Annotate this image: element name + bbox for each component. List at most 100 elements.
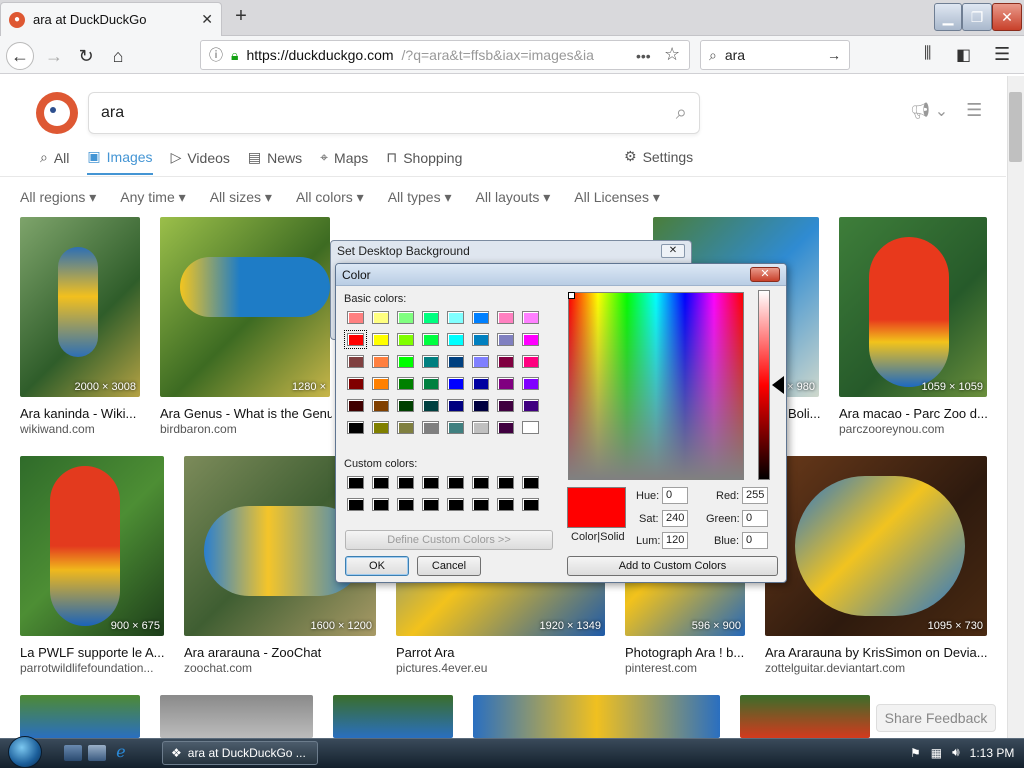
basic-color-swatch[interactable] [522,333,539,346]
basic-color-swatch[interactable] [397,333,414,346]
result-title[interactable]: La PWLF supporte le A... [20,645,164,660]
volume-icon[interactable]: 🔊︎ [952,745,960,760]
filter-time[interactable]: Any time ▾ [120,189,185,206]
result-title[interactable]: Ara kaninda - Wiki... [20,406,140,421]
basic-color-swatch[interactable] [447,421,464,434]
blue-field[interactable]: 0 [742,532,768,549]
custom-color-swatch[interactable] [497,476,514,489]
address-bar[interactable]: ⓘ 🔒︎ https://duckduckgo.com /?q=ara&t=ffs… [200,40,690,70]
info-icon[interactable]: ⓘ [209,45,223,65]
custom-color-swatch[interactable] [472,476,489,489]
custom-color-swatch[interactable] [372,498,389,511]
tab-maps[interactable]: ⌖ Maps [320,148,368,175]
basic-color-swatch[interactable] [472,421,489,434]
sat-field[interactable]: 240 [662,510,688,527]
basic-color-swatch[interactable] [472,333,489,346]
show-desktop-icon[interactable] [64,745,82,761]
basic-color-swatch[interactable] [372,333,389,346]
red-field[interactable]: 255 [742,487,768,504]
taskbar-browser-item[interactable]: ❖ ara at DuckDuckGo ... [162,741,318,765]
cancel-button[interactable]: Cancel [417,556,481,576]
result-source[interactable]: parrotwildlifefoundation... [20,661,164,675]
basic-color-swatch[interactable] [397,311,414,324]
basic-color-swatch[interactable] [447,311,464,324]
image-result[interactable]: 1280 × [160,217,330,397]
result-title[interactable]: Photograph Ara ! b... [625,645,747,660]
basic-color-swatch[interactable] [347,421,364,434]
custom-color-swatch[interactable] [422,476,439,489]
result-source[interactable]: zoochat.com [184,661,376,675]
tab-images[interactable]: ▣ Images [87,148,153,175]
page-scrollbar[interactable] [1007,76,1024,738]
basic-color-swatch[interactable] [397,377,414,390]
filter-layout[interactable]: All layouts ▾ [476,189,551,206]
switch-windows-icon[interactable] [88,745,106,761]
search-bar[interactable]: ⌕ ara → [700,40,850,70]
basic-color-swatch[interactable] [372,377,389,390]
internet-explorer-icon[interactable]: ℯ [112,745,130,761]
basic-color-swatch[interactable] [372,355,389,368]
result-title[interactable]: Ara Genus - What is the Genus [160,406,332,421]
custom-color-swatch[interactable] [522,476,539,489]
maximize-window-button[interactable]: ❐ [962,3,992,31]
close-icon[interactable]: ✕ [661,244,685,258]
security-flag-icon[interactable]: ⚑ [910,746,921,760]
add-to-custom-colors-button[interactable]: Add to Custom Colors [567,556,778,576]
browser-tab[interactable]: ● ara at DuckDuckGo ✕ [0,2,222,36]
basic-color-swatch[interactable] [447,399,464,412]
result-title[interactable]: Ara macao - Parc Zoo d... [839,406,989,421]
home-button[interactable]: ⌂ [104,42,132,70]
hue-field[interactable]: 0 [662,487,688,504]
basic-color-swatch[interactable] [447,377,464,390]
basic-color-swatch[interactable] [372,399,389,412]
result-source[interactable]: pictures.4ever.eu [396,661,605,675]
tab-news[interactable]: ▤ News [248,148,302,175]
basic-color-swatch[interactable] [372,311,389,324]
basic-color-swatch[interactable] [347,355,364,368]
result-title[interactable]: Ara ararauna - ZooChat [184,645,376,660]
basic-color-swatch[interactable] [522,421,539,434]
basic-color-swatch[interactable] [522,399,539,412]
basic-color-swatch[interactable] [397,421,414,434]
tab-shopping[interactable]: ⊓ Shopping [386,148,462,175]
basic-color-swatch[interactable] [522,311,539,324]
result-source[interactable]: pinterest.com [625,661,747,675]
custom-color-swatch[interactable] [347,476,364,489]
start-button[interactable] [8,736,42,768]
result-source[interactable]: parczooreynou.com [839,422,989,436]
luminance-arrow-icon[interactable] [772,376,784,394]
basic-color-swatch[interactable] [472,311,489,324]
basic-color-swatch[interactable] [422,311,439,324]
basic-color-swatch[interactable] [522,355,539,368]
basic-color-swatch[interactable] [497,333,514,346]
close-window-button[interactable]: ✕ [992,3,1022,31]
spectrum-crosshair[interactable] [568,292,575,299]
custom-color-swatch[interactable] [422,498,439,511]
basic-color-swatch[interactable] [397,355,414,368]
custom-color-swatch[interactable] [447,476,464,489]
custom-color-swatch[interactable] [397,476,414,489]
basic-color-swatch[interactable] [422,399,439,412]
search-go-icon[interactable]: → [827,47,841,63]
basic-color-swatch[interactable] [347,399,364,412]
basic-color-swatch[interactable] [497,355,514,368]
basic-color-swatch[interactable] [497,399,514,412]
basic-color-swatch[interactable] [422,333,439,346]
scrollbar-thumb[interactable] [1009,92,1022,162]
sidebar-icon[interactable]: ◧ [956,45,971,65]
clock[interactable]: 1:13 PM [970,746,1015,760]
basic-color-swatch[interactable] [422,355,439,368]
share-feedback-button[interactable]: Share Feedback [876,704,996,732]
tab-all[interactable]: ⌕ All [40,148,69,175]
filter-type[interactable]: All types ▾ [388,189,452,206]
image-result[interactable] [473,695,720,738]
search-icon[interactable]: ⌕ [676,102,687,125]
basic-color-swatch[interactable] [497,311,514,324]
basic-color-swatch[interactable] [497,421,514,434]
basic-color-swatch[interactable] [397,399,414,412]
basic-color-swatch[interactable] [344,330,367,349]
image-result[interactable] [740,695,870,738]
tab-videos[interactable]: ▷ Videos [171,148,230,175]
image-result[interactable] [20,695,140,738]
filter-color[interactable]: All colors ▾ [296,189,364,206]
